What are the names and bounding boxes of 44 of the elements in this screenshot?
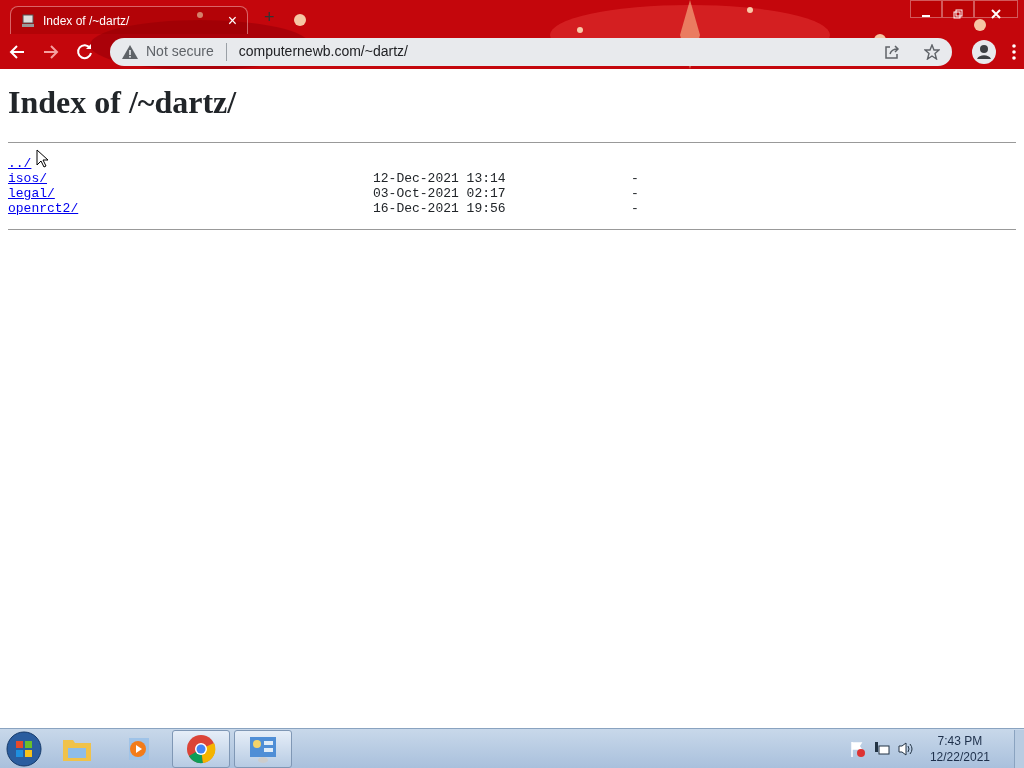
start-button[interactable] xyxy=(4,728,44,768)
menu-icon[interactable] xyxy=(1012,43,1016,60)
close-window-button[interactable] xyxy=(974,0,1018,18)
file-link[interactable]: openrct2/ xyxy=(8,201,79,217)
forward-icon[interactable] xyxy=(42,42,60,61)
date-text: 12-Dec-2021 13:14 xyxy=(373,171,507,187)
page-heading: Index of /~dartz/ xyxy=(8,83,237,122)
back-icon[interactable] xyxy=(8,42,26,61)
taskbar-app-button[interactable] xyxy=(234,730,292,768)
tab-title: Index of /~dartz/ xyxy=(43,12,131,30)
clock-time: 7:43 PM xyxy=(936,732,984,749)
minimize-button[interactable] xyxy=(910,0,942,18)
close-icon xyxy=(991,8,1001,19)
browser-tab[interactable]: Index of /~dartz/ × xyxy=(10,6,248,34)
speaker-icon[interactable] xyxy=(897,740,914,757)
star-icon[interactable] xyxy=(924,43,940,60)
size-text: - xyxy=(631,201,639,217)
network-icon[interactable] xyxy=(873,740,890,757)
warning-icon[interactable] xyxy=(122,44,138,59)
control-panel-icon xyxy=(248,734,278,764)
clock[interactable]: 7:43 PM 12/22/2021 xyxy=(929,732,990,765)
reload-icon[interactable] xyxy=(76,42,94,61)
size-text: - xyxy=(631,171,639,187)
restore-button[interactable] xyxy=(942,0,974,18)
clock-date: 12/22/2021 xyxy=(929,748,990,765)
share-icon[interactable] xyxy=(884,43,900,60)
file-link[interactable]: legal/ xyxy=(8,186,55,202)
cursor-icon xyxy=(36,149,49,168)
taskbar-app-button[interactable] xyxy=(172,730,230,768)
file-link[interactable]: ../ xyxy=(8,156,32,172)
close-button[interactable]: × xyxy=(227,12,237,29)
flag-icon[interactable] xyxy=(849,740,866,757)
size-text: - xyxy=(631,186,639,202)
security-label: Not secure xyxy=(146,42,214,61)
profile-icon[interactable] xyxy=(972,39,996,64)
date-text: 03-Oct-2021 02:17 xyxy=(373,186,507,202)
play-icon xyxy=(126,736,152,762)
address-bar[interactable]: Not secure computernewb.com/~dartz/ xyxy=(110,37,952,66)
date-text: 16-Dec-2021 19:56 xyxy=(373,201,507,217)
file-link[interactable]: isos/ xyxy=(8,171,47,187)
restore-icon xyxy=(953,8,963,19)
browser-icon xyxy=(186,734,216,764)
computer-icon xyxy=(21,13,35,28)
url-text: computernewb.com/~dartz/ xyxy=(238,42,409,61)
